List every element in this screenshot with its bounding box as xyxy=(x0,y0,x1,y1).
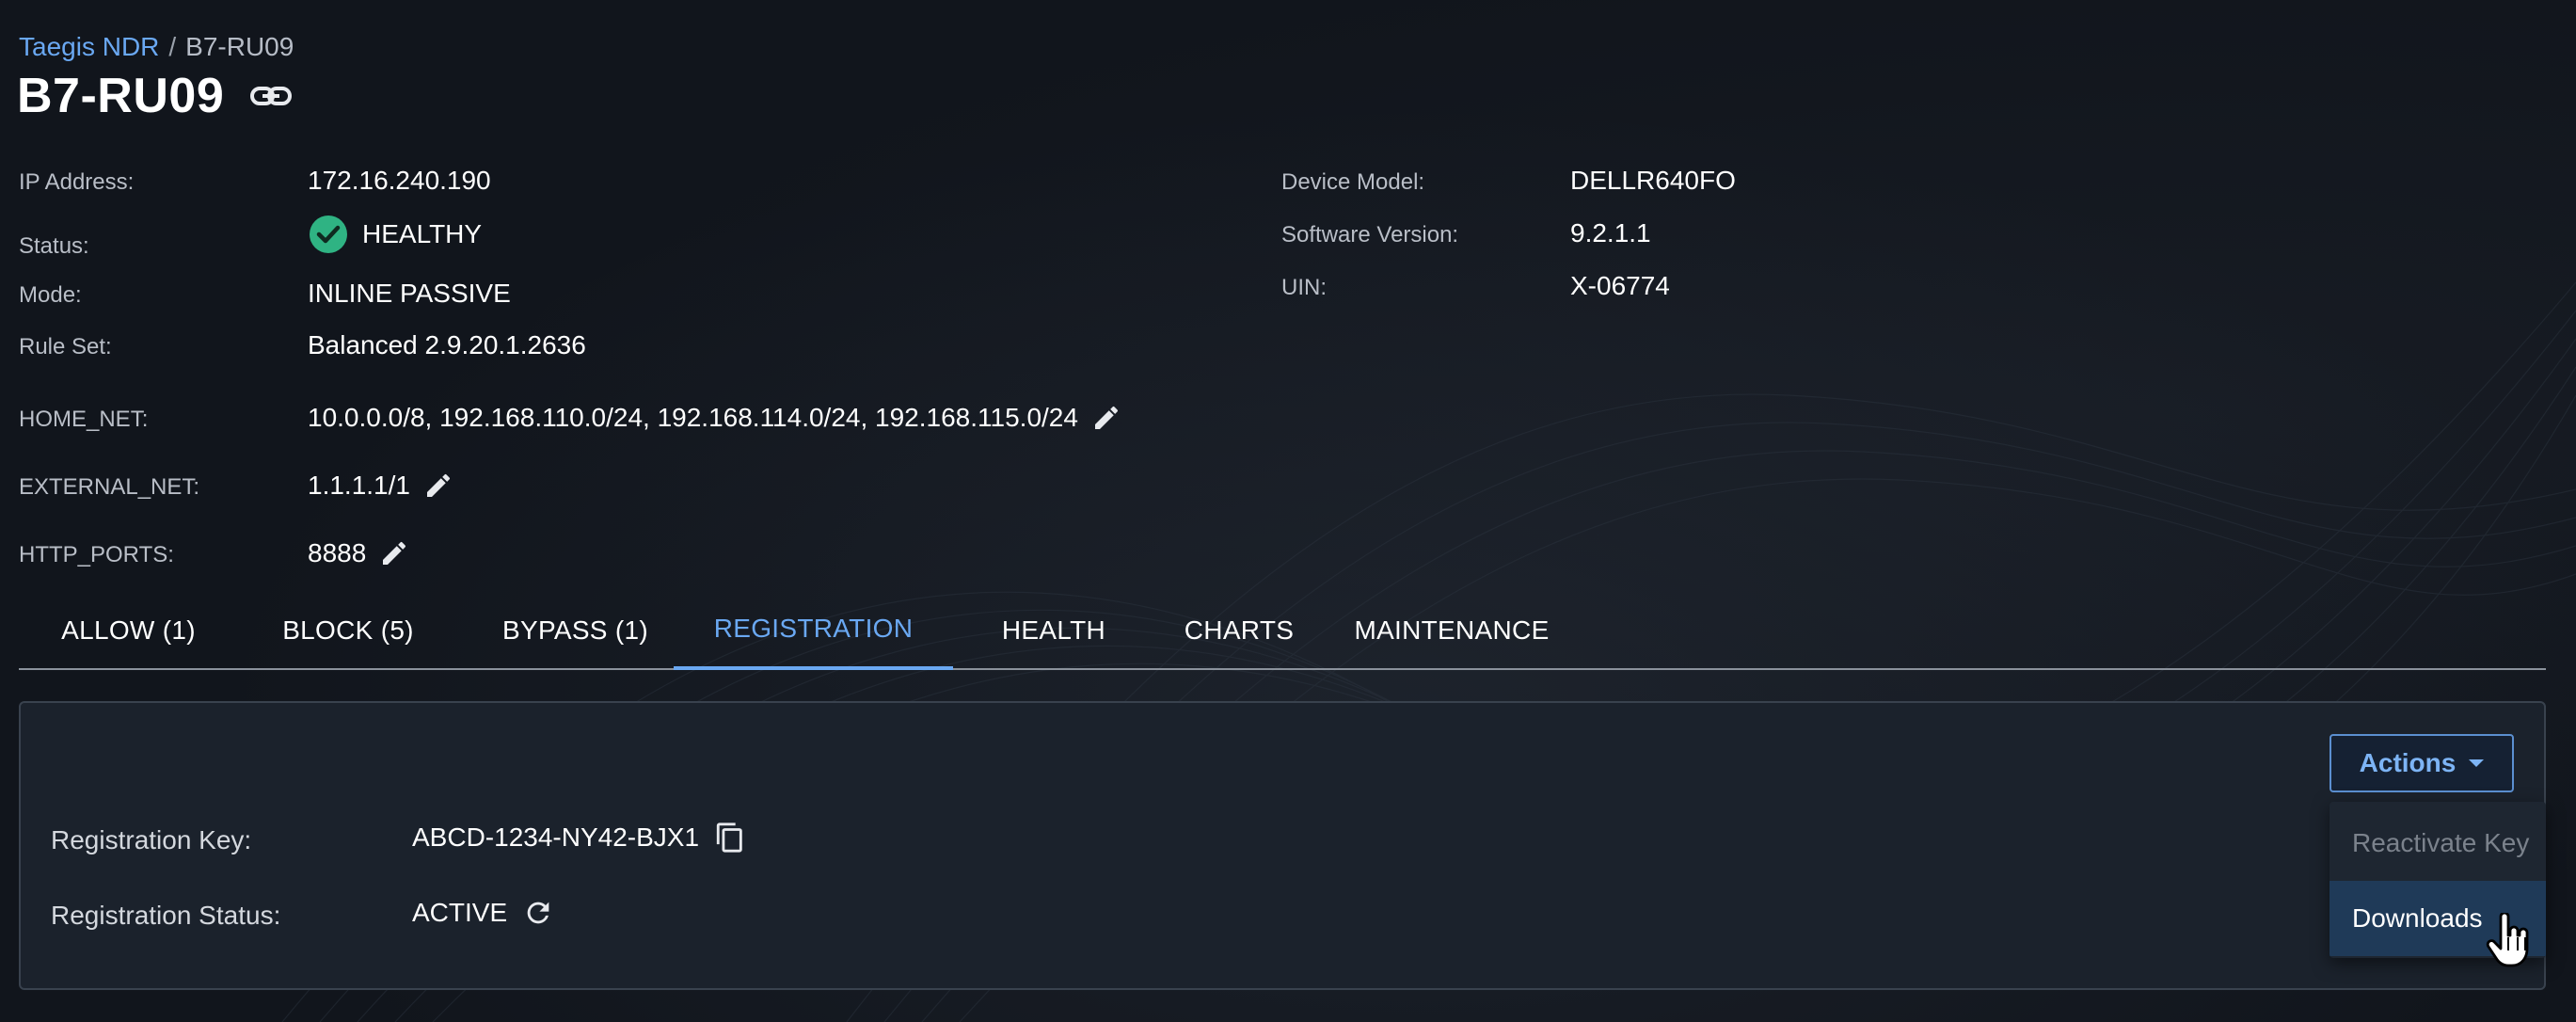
rule-set-label: Rule Set: xyxy=(19,334,112,359)
mode-value: INLINE PASSIVE xyxy=(308,279,511,308)
refresh-icon[interactable] xyxy=(522,897,554,929)
tab-allow[interactable]: ALLOW (1) xyxy=(19,591,238,670)
page: Taegis NDR / B7-RU09 B7-RU09 IP Address:… xyxy=(0,0,2576,1022)
software-version-label: Software Version: xyxy=(1281,222,1459,248)
caret-down-icon xyxy=(2469,759,2485,767)
link-icon[interactable] xyxy=(250,82,293,110)
home-net-value: 10.0.0.0/8, 192.168.110.0/24, 192.168.11… xyxy=(308,403,1078,432)
breadcrumb-current: B7-RU09 xyxy=(185,32,294,61)
copy-icon[interactable] xyxy=(714,822,746,854)
registration-key-value: ABCD-1234-NY42-BJX1 xyxy=(412,822,700,852)
registration-key-label: Registration Key: xyxy=(51,825,252,854)
check-circle-icon xyxy=(310,216,347,253)
mode-label: Mode: xyxy=(19,282,82,308)
registration-status-group: ACTIVE xyxy=(412,897,554,929)
edit-http-ports-pencil-icon[interactable] xyxy=(379,538,409,568)
status-label: Status: xyxy=(19,233,89,259)
registration-status-value: ACTIVE xyxy=(412,898,508,927)
tab-health[interactable]: HEALTH xyxy=(953,591,1154,670)
uin-value: X-06774 xyxy=(1570,271,1670,300)
status-value: HEALTHY xyxy=(362,219,483,248)
ip-address-value: 172.16.240.190 xyxy=(308,166,491,195)
software-version-value: 9.2.1.1 xyxy=(1570,218,1651,248)
registration-panel: Registration Key: ABCD-1234-NY42-BJX1 Re… xyxy=(19,701,2546,990)
tab-block[interactable]: BLOCK (5) xyxy=(238,591,458,670)
http-ports-group: 8888 xyxy=(308,538,409,568)
actions-button[interactable]: Actions xyxy=(2330,734,2514,792)
tab-bar: ALLOW (1) BLOCK (5) BYPASS (1) REGISTRAT… xyxy=(19,591,2546,670)
http-ports-value: 8888 xyxy=(308,538,367,567)
tab-charts[interactable]: CHARTS xyxy=(1154,591,1324,670)
page-title: B7-RU09 xyxy=(17,69,225,123)
device-model-value: DELLR640FO xyxy=(1570,166,1736,195)
external-net-label: EXTERNAL_NET: xyxy=(19,474,200,500)
breadcrumb: Taegis NDR / B7-RU09 xyxy=(19,30,294,64)
title-row: B7-RU09 xyxy=(17,68,293,124)
registration-key-group: ABCD-1234-NY42-BJX1 xyxy=(412,822,746,854)
registration-status-label: Registration Status: xyxy=(51,901,281,930)
uin-label: UIN: xyxy=(1281,275,1327,300)
http-ports-label: HTTP_PORTS: xyxy=(19,542,174,567)
rule-set-value: Balanced 2.9.20.1.2636 xyxy=(308,330,586,359)
ip-address-label: IP Address: xyxy=(19,169,135,195)
status-value-group: HEALTHY xyxy=(308,214,482,255)
actions-button-label: Actions xyxy=(2359,748,2457,777)
tab-bypass[interactable]: BYPASS (1) xyxy=(458,591,692,670)
home-net-label: HOME_NET: xyxy=(19,407,149,432)
external-net-value: 1.1.1.1/1 xyxy=(308,471,410,500)
menu-item-reactivate-key[interactable]: Reactivate Key xyxy=(2330,806,2546,881)
tab-registration[interactable]: REGISTRATION xyxy=(674,591,953,670)
breadcrumb-root-link[interactable]: Taegis NDR xyxy=(19,30,159,64)
home-net-group: 10.0.0.0/8, 192.168.110.0/24, 192.168.11… xyxy=(308,403,1121,433)
breadcrumb-separator: / xyxy=(168,32,177,61)
edit-external-net-pencil-icon[interactable] xyxy=(423,471,453,501)
hand-cursor-icon xyxy=(2486,913,2529,967)
device-model-label: Device Model: xyxy=(1281,169,1425,195)
external-net-group: 1.1.1.1/1 xyxy=(308,471,453,501)
edit-home-net-pencil-icon[interactable] xyxy=(1091,403,1121,433)
tab-maintenance[interactable]: MAINTENANCE xyxy=(1324,591,1580,670)
